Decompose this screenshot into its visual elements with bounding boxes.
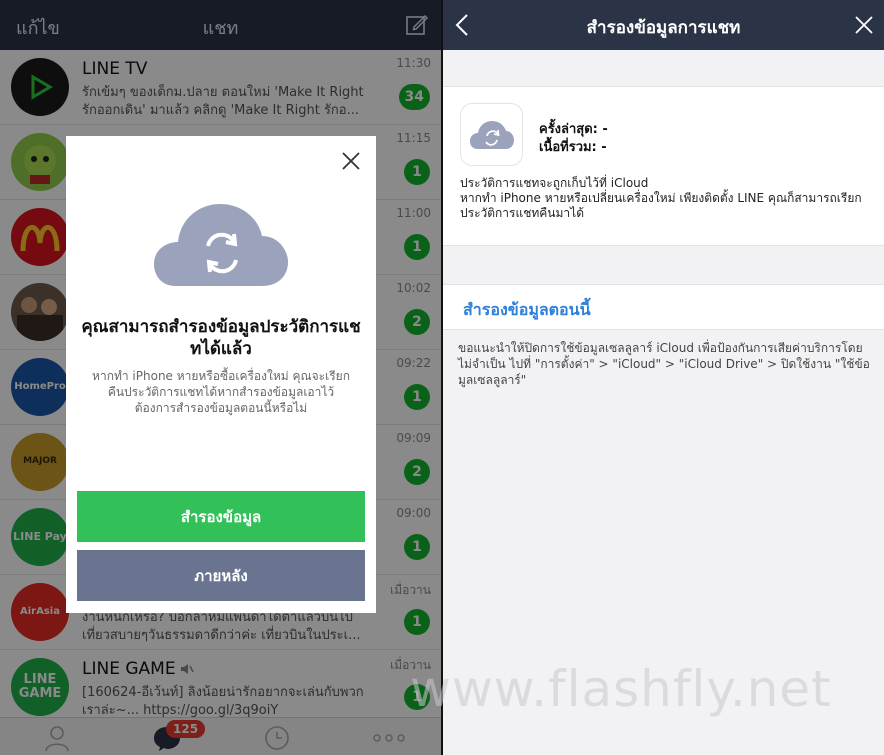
restore-note: หากทำ iPhone หายหรือเปลี่ยนเครื่องใหม่ เ… (460, 191, 862, 220)
total-size-label: เนื้อที่รวม: - (539, 140, 607, 155)
backup-button[interactable]: สำรองข้อมูล (77, 491, 365, 542)
dialog-description: หากทำ iPhone หายหรือซื้อเครื่องใหม่ คุณจ… (92, 369, 350, 415)
backup-now-row[interactable]: สำรองข้อมูลตอนนี้ (443, 284, 884, 330)
backup-now-button[interactable]: สำรองข้อมูลตอนนี้ (463, 298, 591, 323)
cloud-sync-icon (469, 120, 514, 149)
icloud-storage-note: ประวัติการแชทจะถูกเก็บไว้ที่ iCloud (460, 176, 649, 190)
cellular-data-note: ขอแนะนำให้ปิดการใช้ข้อมูลเซลลูลาร์ iClou… (458, 341, 870, 387)
chat-list-screen: แก้ไข แชท LINE TV รักเข้มๆ ของเด็กม.ปลาย… (0, 0, 441, 755)
watermark: www.flashfly.net (410, 660, 832, 718)
dialog-title: คุณสามารถสำรองข้อมูลประวัติการแชทได้แล้ว (81, 317, 361, 359)
backup-header: สำรองข้อมูลการแชท (443, 0, 884, 50)
backup-status-card: ครั้งล่าสุด: - เนื้อที่รวม: - ประวัติการ… (443, 86, 884, 246)
screen: แก้ไข แชท LINE TV รักเข้มๆ ของเด็กม.ปลาย… (0, 0, 884, 755)
backup-prompt-dialog: คุณสามารถสำรองข้อมูลประวัติการแชทได้แล้ว… (66, 136, 376, 613)
chat-backup-screen: สำรองข้อมูลการแชท ครั้งล่าสุด: - เนื้อที… (443, 0, 884, 755)
icloud-tile (460, 103, 523, 166)
later-button[interactable]: ภายหลัง (77, 550, 365, 601)
close-icon[interactable] (854, 15, 874, 35)
close-icon[interactable] (341, 151, 361, 171)
backup-title: สำรองข้อมูลการแชท (586, 18, 741, 38)
cloud-sync-icon (154, 204, 288, 286)
